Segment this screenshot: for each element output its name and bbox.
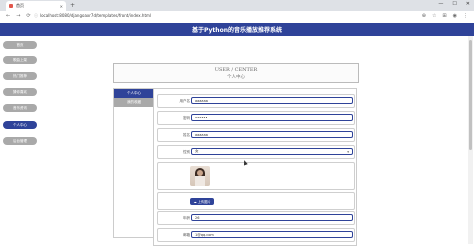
sidebar-item-hot[interactable]: 热门推荐 [3,72,37,80]
age-input[interactable]: 26 [191,214,353,221]
toolbar-icons: ⊕ ☆ ⊞ ◉ ⋮ [422,13,468,19]
page-scrollbar[interactable] [468,36,473,244]
gender-value: 女 [195,149,199,153]
info-icon[interactable]: ⓘ [34,13,38,18]
password-row: 密码 •••••• [157,111,355,125]
name-label: 姓名 [183,133,190,137]
sidebar-item-home[interactable]: 首页 [3,41,37,49]
upload-image-button[interactable]: ☁ 上传图片 [190,198,214,205]
nav-buttons: ← → ⟳ [6,13,31,19]
chevron-down-icon: ▾ [347,149,349,154]
url-field[interactable]: ⓘ localhost:8080/djangoaxr7d/templates/fr… [34,13,151,19]
upload-label: 上传图片 [197,200,211,204]
avatar-row [157,162,355,190]
name-input[interactable]: aaaaaa [191,131,353,138]
back-icon[interactable]: ← [6,13,10,19]
profile-form: 用户名 aaaaaa 密码 •••••• 姓名 aaaaaa 性别 女 ▾ ☁ … [153,88,357,246]
window-controls: — ☐ ✕ [438,1,470,7]
sidebar-item-guess[interactable]: 猜你喜欢 [3,88,37,96]
name-row: 姓名 aaaaaa [157,128,355,142]
avatar-dress [195,176,205,186]
password-input[interactable]: •••••• [191,114,353,121]
banner-title-en: USER / CENTER [214,67,258,73]
scrollbar-thumb[interactable] [469,40,472,150]
avatar-image [190,166,210,186]
subnav-item-user-center[interactable]: 个人中心 [114,89,154,98]
minimize-button[interactable]: — [438,1,443,7]
zoom-icon[interactable]: ⊕ [422,13,426,19]
gender-row: 性别 女 ▾ [157,145,355,159]
new-tab-button[interactable]: + [70,2,75,9]
site-header: 基于Python的音乐播放推荐系统 [0,23,474,36]
email-input[interactable]: 1@qq.com [191,231,353,238]
username-label: 用户名 [179,99,191,103]
favicon-icon [9,4,13,8]
sidebar-item-user-center[interactable]: 个人中心 [3,121,37,129]
site-title: 基于Python的音乐播放推荐系统 [192,27,282,34]
url-text: localhost:8080/djangoaxr7d/templates/fro… [40,13,152,18]
age-label: 年龄 [183,216,190,220]
upload-row: ☁ 上传图片 [157,192,355,210]
username-input[interactable]: aaaaaa [191,97,353,104]
extensions-icon[interactable]: ⊞ [442,13,446,19]
profile-icon[interactable]: ◉ [453,13,457,19]
email-row: 邮箱 1@qq.com [157,228,355,242]
banner-title-cn: 个人中心 [227,75,245,80]
close-window-button[interactable]: ✕ [466,1,470,7]
username-row: 用户名 aaaaaa [157,94,355,108]
age-row: 年龄 26 [157,211,355,225]
tab-title: 首页 [16,3,24,8]
sidebar-item-admin[interactable]: 后台管理 [3,137,37,145]
reload-icon[interactable]: ⟳ [26,13,30,19]
maximize-button[interactable]: ☐ [452,1,456,7]
sidebar-item-songs[interactable]: 歌曲上架 [3,56,37,64]
browser-tab-bar: 首页 ✕ + — ☐ ✕ [0,0,474,11]
browser-tab[interactable]: 首页 ✕ [6,1,66,11]
email-label: 邮箱 [183,233,190,237]
forward-icon[interactable]: → [16,13,20,19]
sidebar-item-news[interactable]: 音乐资讯 [3,104,37,112]
subnav-item-favorites[interactable]: 我的收藏 [114,98,154,107]
menu-icon[interactable]: ⋮ [463,13,468,19]
gender-select[interactable]: 女 ▾ [191,148,353,155]
password-label: 密码 [183,116,190,120]
gender-label: 性别 [183,150,190,154]
user-subnav: 个人中心 我的收藏 [113,88,155,238]
bookmark-icon[interactable]: ☆ [432,13,436,19]
close-tab-icon[interactable]: ✕ [60,4,63,9]
sidebar: 首页 歌曲上架 热门推荐 猜你喜欢 音乐资讯 个人中心 后台管理 [0,36,43,244]
section-banner: USER / CENTER 个人中心 [113,63,359,83]
